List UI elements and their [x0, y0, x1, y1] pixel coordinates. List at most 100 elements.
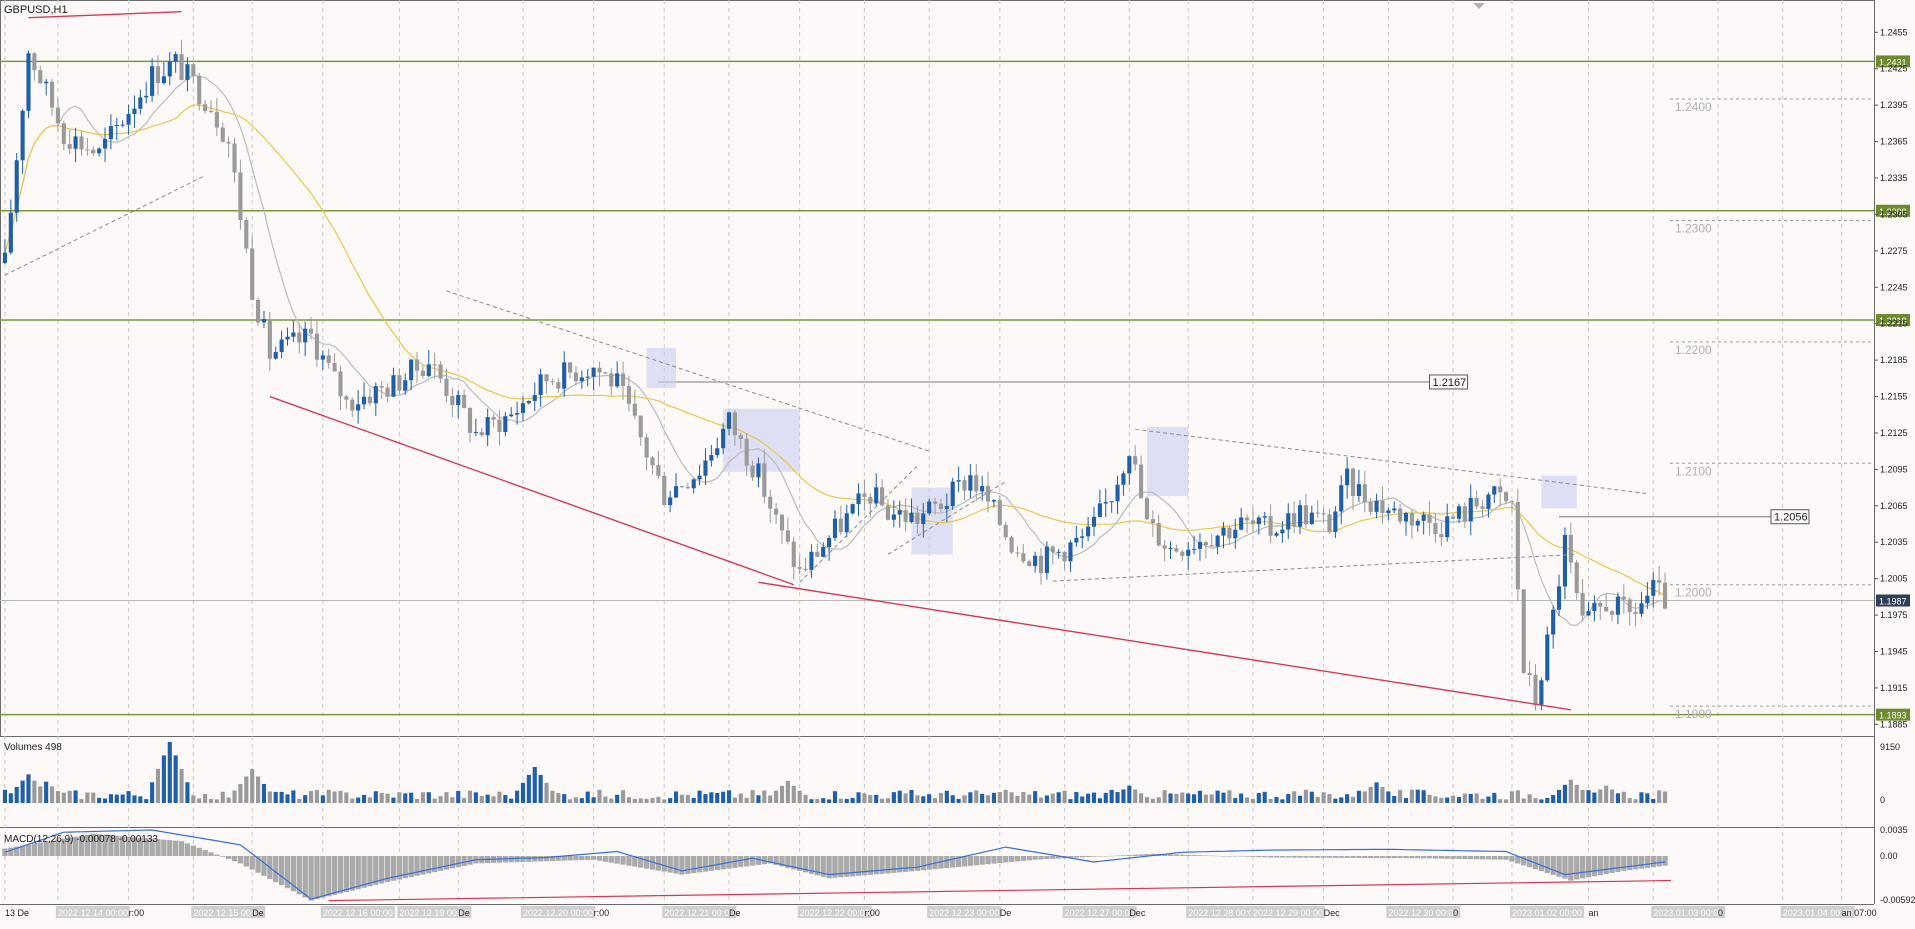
- volume-bar: [450, 797, 455, 803]
- macd-histogram-bar: [320, 856, 326, 898]
- volume-bar: [1097, 798, 1102, 803]
- macd-histogram-bar: [1132, 854, 1138, 857]
- candle-body: [562, 362, 567, 389]
- volume-bar: [1044, 795, 1049, 803]
- macd-histogram-bar: [902, 856, 909, 872]
- time-label: 0: [1718, 908, 1723, 918]
- price-tick-label: 1.2155: [1880, 392, 1908, 402]
- volume-bar: [26, 774, 31, 803]
- macd-histogram-bar: [1197, 855, 1203, 857]
- volume-bar: [279, 791, 284, 803]
- macd-histogram-bar: [1285, 856, 1291, 858]
- candle-body: [1268, 516, 1273, 536]
- candle-body: [303, 328, 308, 343]
- price-tick-label: 1.1975: [1880, 610, 1908, 620]
- red-trend-line: [269, 395, 795, 586]
- candle-body: [844, 513, 849, 533]
- volume-bar: [1350, 796, 1356, 803]
- volume-bar: [1209, 794, 1214, 803]
- candle-body: [685, 486, 690, 489]
- candle-body: [1068, 542, 1073, 562]
- volume-bar: [532, 767, 537, 803]
- macd-histogram-bar: [1297, 856, 1303, 858]
- volume-bar: [673, 791, 679, 803]
- volume-bar: [155, 768, 161, 803]
- round-level-label: 1.2300: [1675, 221, 1712, 235]
- macd-histogram-bar: [331, 856, 338, 895]
- volume-bar: [927, 794, 932, 803]
- macd-histogram-bar: [679, 856, 685, 875]
- volume-bar: [691, 797, 696, 803]
- volume-bar: [1456, 797, 1462, 803]
- volume-bar: [1433, 796, 1438, 803]
- macd-histogram-bar: [449, 856, 455, 869]
- candle-body: [73, 136, 78, 149]
- chart-window[interactable]: 1.2431 1.2308 1.2218 1.1893 1.2400 1.2300 1.22…: [0, 0, 1915, 924]
- macd-histogram-bar: [914, 856, 921, 871]
- price-tick-label: 1.2185: [1880, 355, 1908, 365]
- volume-bar: [803, 794, 808, 803]
- candle-body: [915, 512, 920, 524]
- candle-body: [1050, 546, 1055, 553]
- macd-histogram-bar: [1426, 856, 1433, 859]
- volume-bar: [1621, 791, 1626, 803]
- macd-histogram-bar: [1485, 856, 1492, 860]
- volume-bar: [1504, 799, 1509, 803]
- volume-bar: [161, 755, 166, 803]
- candle-body: [426, 364, 431, 377]
- macd-histogram-bar: [1597, 856, 1603, 876]
- volume-bar: [544, 782, 549, 803]
- macd-histogram-bar: [220, 856, 226, 857]
- candle-body: [456, 395, 461, 406]
- chart-canvas[interactable]: 1.24311.23081.22181.18931.24001.23001.22…: [0, 0, 1915, 924]
- volume-bar: [615, 794, 620, 803]
- time-label: 2022.12.23 00:00: [929, 908, 999, 918]
- candle-body: [1315, 512, 1320, 514]
- volume-bar: [173, 755, 178, 803]
- candle-body: [397, 375, 402, 391]
- macd-histogram-bar: [1385, 856, 1391, 859]
- volume-bar: [526, 774, 531, 803]
- shift-marker-icon[interactable]: [1473, 3, 1485, 9]
- volume-bar: [8, 793, 13, 803]
- candle-body: [1044, 546, 1049, 574]
- volume-bar: [1368, 786, 1373, 803]
- volume-bar: [1033, 791, 1038, 803]
- candle-body: [1133, 456, 1138, 465]
- macd-histogram-bar: [1044, 856, 1050, 860]
- candle-body: [1339, 485, 1344, 512]
- volume-bar: [1015, 795, 1020, 803]
- candle-body: [344, 396, 349, 400]
- volume-bar: [379, 792, 384, 803]
- candle-body: [927, 501, 932, 514]
- volume-bar: [1398, 789, 1403, 803]
- volume-bar: [938, 792, 944, 803]
- candle-body: [1345, 468, 1350, 486]
- candle-body: [462, 395, 467, 408]
- candle-body: [8, 212, 13, 253]
- macd-tick-label: 0.00: [1880, 851, 1898, 861]
- candle-body: [897, 510, 902, 515]
- macd-histogram-bar: [1032, 856, 1038, 860]
- candle-body: [1421, 514, 1426, 521]
- volume-bar: [97, 797, 102, 803]
- moving-averages: [4, 74, 1666, 627]
- macd-histogram-bar: [1632, 856, 1639, 870]
- candle-body: [238, 172, 243, 221]
- volume-bar: [1062, 790, 1067, 803]
- candle-body: [273, 352, 278, 359]
- volume-bar: [1580, 789, 1585, 803]
- candle-body: [774, 508, 779, 515]
- volume-bar: [1421, 790, 1426, 803]
- candle-body: [950, 481, 955, 507]
- candle-body: [568, 362, 573, 373]
- macd-histogram-bar: [1073, 856, 1079, 858]
- macd-histogram-bar: [537, 856, 544, 862]
- trend-lines[interactable]: [4, 10, 1648, 711]
- candle-body: [1056, 551, 1061, 553]
- macd-histogram-bar: [1509, 856, 1515, 862]
- candle-body: [1515, 502, 1520, 590]
- candle-body: [1374, 500, 1379, 512]
- candle-body: [144, 95, 149, 98]
- dashed-trend-line: [1052, 553, 1577, 582]
